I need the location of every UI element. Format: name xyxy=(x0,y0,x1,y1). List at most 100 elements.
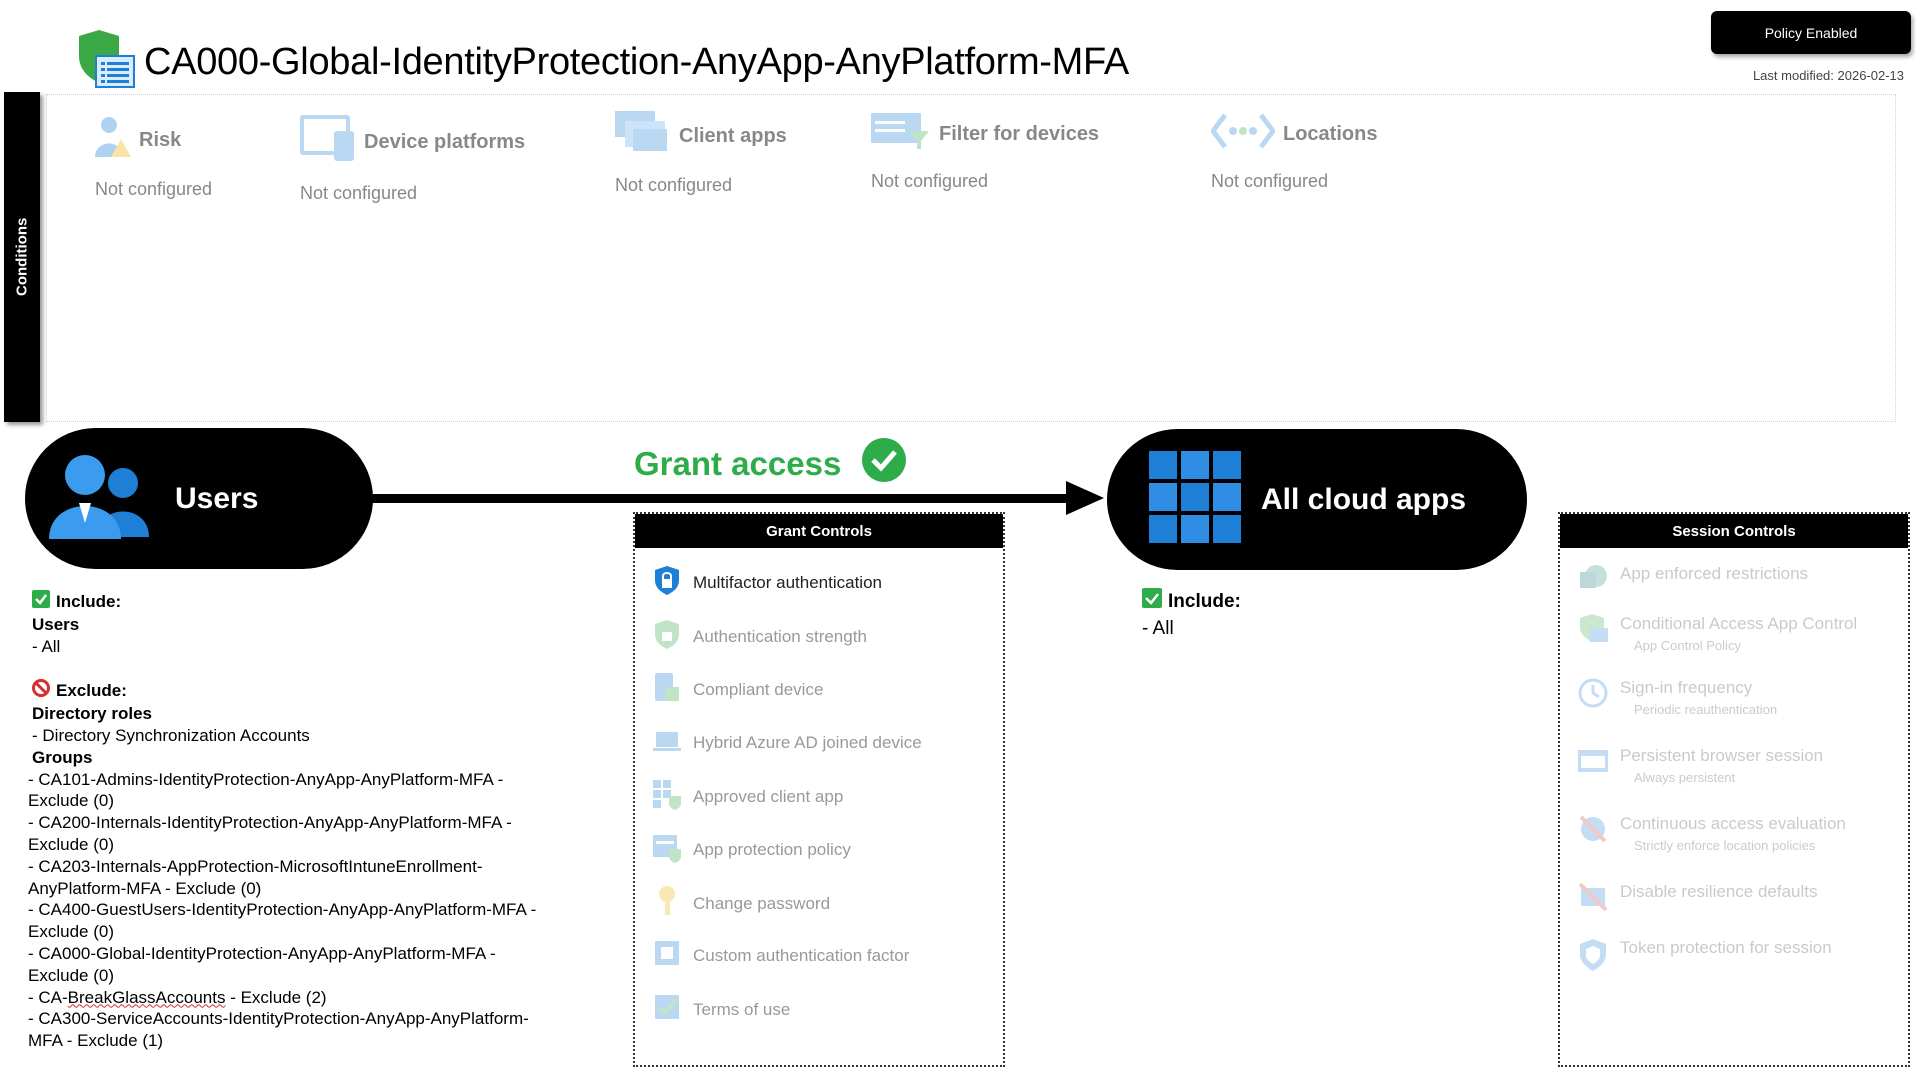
grant-control-label: Compliant device xyxy=(693,679,824,699)
condition-device-platforms: Device platforms Not configured xyxy=(300,115,525,204)
include-value: - All xyxy=(32,636,61,656)
session-control-sub: Always persistent xyxy=(1634,770,1736,785)
group-item: - CA000-Global-IdentityProtection-AnyApp… xyxy=(28,943,602,987)
include-value: - All xyxy=(1142,618,1174,639)
terms-check-icon xyxy=(653,991,681,1028)
session-control-cae: Continuous access evaluation Strictly en… xyxy=(1578,814,1846,853)
user-warning-icon xyxy=(95,115,131,165)
grant-control-approved-app: Approved client app xyxy=(653,778,843,815)
locations-icon xyxy=(1209,111,1277,157)
continuous-evaluation-icon xyxy=(1578,814,1608,853)
group-line: AnyPlatform-MFA - Exclude (0) xyxy=(28,878,262,898)
app-grid-icon xyxy=(1149,451,1241,548)
session-control-label: Token protection for session xyxy=(1620,938,1832,957)
session-control-label: Disable resilience defaults xyxy=(1620,882,1818,901)
session-control-app-control: Conditional Access App Control App Contr… xyxy=(1578,614,1857,653)
checkbox-checked-icon xyxy=(1142,588,1162,616)
conditions-area: Risk Not configured Device platforms Not… xyxy=(46,94,1896,422)
group-item: - CA-BreakGlassAccounts - Exclude (2) xyxy=(28,987,602,1009)
group-line: - CA400-GuestUsers-IdentityProtection-An… xyxy=(28,900,537,920)
group-line: Exclude (0) xyxy=(28,834,114,854)
device-icon xyxy=(300,115,356,169)
session-control-sub: Periodic reauthentication xyxy=(1634,702,1778,717)
policy-icon xyxy=(75,30,137,95)
browser-icon xyxy=(1578,746,1608,785)
client-apps-icon xyxy=(615,111,671,161)
roles-heading: Directory roles xyxy=(32,704,152,724)
grant-control-auth-strength: Authentication strength xyxy=(653,618,867,655)
group-line: Exclude (0) xyxy=(28,965,114,985)
condition-value: Not configured xyxy=(300,183,418,203)
grant-controls-title: Grant Controls xyxy=(635,514,1003,548)
shield-lock-icon xyxy=(653,618,681,655)
app-control-icon xyxy=(1578,614,1608,653)
condition-filter-devices: Filter for devices Not configured xyxy=(871,111,1099,192)
session-control-sub: Strictly enforce location policies xyxy=(1634,838,1816,853)
session-controls-panel: Session Controls App enforced restrictio… xyxy=(1558,512,1910,1067)
session-control-app-restrictions: App enforced restrictions xyxy=(1578,564,1808,599)
apps-details: Include: - All xyxy=(1142,588,1241,642)
lock-shield-icon xyxy=(653,564,681,601)
condition-client-apps: Client apps Not configured xyxy=(615,111,787,196)
check-circle-icon xyxy=(861,437,907,491)
group-line: Exclude (0) xyxy=(28,791,114,811)
resilience-disabled-icon xyxy=(1578,882,1608,917)
group-item: - CA300-ServiceAccounts-IdentityProtecti… xyxy=(28,1008,602,1052)
session-control-label: Conditional Access App Control xyxy=(1620,614,1858,633)
group-line: - CA300-ServiceAccounts-IdentityProtecti… xyxy=(28,1009,529,1029)
group-line: - Exclude (2) xyxy=(225,987,327,1007)
condition-name: Filter for devices xyxy=(939,122,1100,145)
grant-control-label: Hybrid Azure AD joined device xyxy=(693,732,922,752)
group-line: MFA - Exclude (1) xyxy=(28,1031,164,1051)
compliant-device-icon xyxy=(653,671,681,708)
session-control-label: Persistent browser session xyxy=(1620,746,1824,765)
grant-control-terms-of-use: Terms of use xyxy=(653,991,790,1028)
users-label: Users xyxy=(175,481,259,515)
include-heading: Users xyxy=(32,614,80,634)
laptop-icon xyxy=(653,724,681,761)
grant-access-text: Grant access xyxy=(634,445,842,482)
shield-icon xyxy=(1578,938,1608,977)
clock-icon xyxy=(1578,678,1608,717)
condition-locations: Locations Not configured xyxy=(1209,111,1377,192)
include-label: Include: xyxy=(1168,591,1241,612)
group-item: - CA400-GuestUsers-IdentityProtection-An… xyxy=(28,899,602,943)
groups-heading: Groups xyxy=(32,747,93,767)
grant-control-mfa: Multifactor authentication xyxy=(653,564,882,601)
grant-access-label: Grant access xyxy=(634,437,907,491)
app-protection-icon xyxy=(653,831,681,868)
users-details: Include: Users - All Exclude: Directory … xyxy=(28,590,602,1052)
key-icon xyxy=(653,885,681,922)
group-item: - CA200-Internals-IdentityProtection-Any… xyxy=(28,812,602,856)
group-line: - CA203-Internals-AppProtection-Microsof… xyxy=(28,856,483,876)
group-line: Exclude (0) xyxy=(28,922,114,942)
group-line-underlined: BreakGlassAccounts xyxy=(67,987,226,1007)
grant-control-label: Custom authentication factor xyxy=(693,945,910,965)
condition-value: Not configured xyxy=(615,175,733,195)
session-control-label: Sign-in frequency xyxy=(1620,678,1753,697)
conditions-label: Conditions xyxy=(13,217,31,297)
condition-value: Not configured xyxy=(95,179,213,199)
group-line: - CA200-Internals-IdentityProtection-Any… xyxy=(28,813,512,833)
group-item: - CA101-Admins-IdentityProtection-AnyApp… xyxy=(28,769,602,813)
filter-devices-icon xyxy=(871,111,931,157)
group-item: - CA203-Internals-AppProtection-Microsof… xyxy=(28,856,602,900)
cloud-apps-label: All cloud apps xyxy=(1261,482,1467,516)
page-title: CA000-Global-IdentityProtection-AnyApp-A… xyxy=(144,41,1129,83)
session-control-label: Continuous access evaluation xyxy=(1620,814,1846,833)
grant-control-label: Approved client app xyxy=(693,786,844,806)
prohibited-icon xyxy=(32,679,50,703)
grant-control-custom-factor: Custom authentication factor xyxy=(653,937,909,974)
grant-control-compliant-device: Compliant device xyxy=(653,671,823,708)
exclude-label: Exclude: xyxy=(56,681,127,701)
session-control-token-protection: Token protection for session xyxy=(1578,938,1832,977)
grant-control-app-protection: App protection policy xyxy=(653,831,851,868)
condition-value: Not configured xyxy=(871,171,989,191)
checkbox-checked-icon xyxy=(32,590,50,614)
session-control-persistent-browser: Persistent browser session Always persis… xyxy=(1578,746,1823,785)
condition-name: Client apps xyxy=(679,124,787,147)
condition-value: Not configured xyxy=(1211,171,1329,191)
cloud-apps-node: All cloud apps xyxy=(1107,429,1527,570)
condition-risk: Risk Not configured xyxy=(95,115,212,200)
group-line: - CA101-Admins-IdentityProtection-AnyApp… xyxy=(28,769,504,789)
